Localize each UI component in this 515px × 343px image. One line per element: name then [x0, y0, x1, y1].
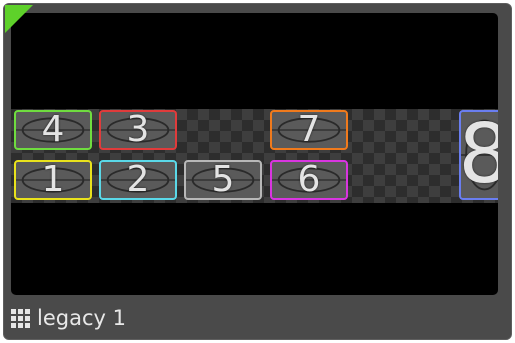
screen-7[interactable]: 7 [270, 110, 348, 150]
screen-number: 7 [297, 110, 321, 150]
screen-5[interactable]: 5 [184, 160, 262, 200]
screen-number: 4 [41, 110, 65, 150]
screen-1[interactable]: 1 [14, 160, 92, 200]
screen-number: 3 [126, 110, 150, 150]
status-corner-icon [5, 5, 33, 33]
screen-number: 2 [126, 160, 150, 200]
screen-4[interactable]: 4 [14, 110, 92, 150]
layout-name-label: legacy 1 [37, 306, 126, 330]
screen-8[interactable]: 8 [459, 110, 498, 200]
screen-number: 1 [41, 160, 65, 200]
card-footer: legacy 1 [11, 300, 126, 336]
screen-number: 8 [461, 112, 498, 198]
layout-preview[interactable]: 4 3 7 8 1 2 [11, 13, 498, 295]
screen-6[interactable]: 6 [270, 160, 348, 200]
screen-2[interactable]: 2 [99, 160, 177, 200]
screen-number: 5 [211, 160, 235, 200]
screen-number: 6 [297, 160, 321, 200]
screen-3[interactable]: 3 [99, 110, 177, 150]
grid-icon [11, 308, 30, 328]
